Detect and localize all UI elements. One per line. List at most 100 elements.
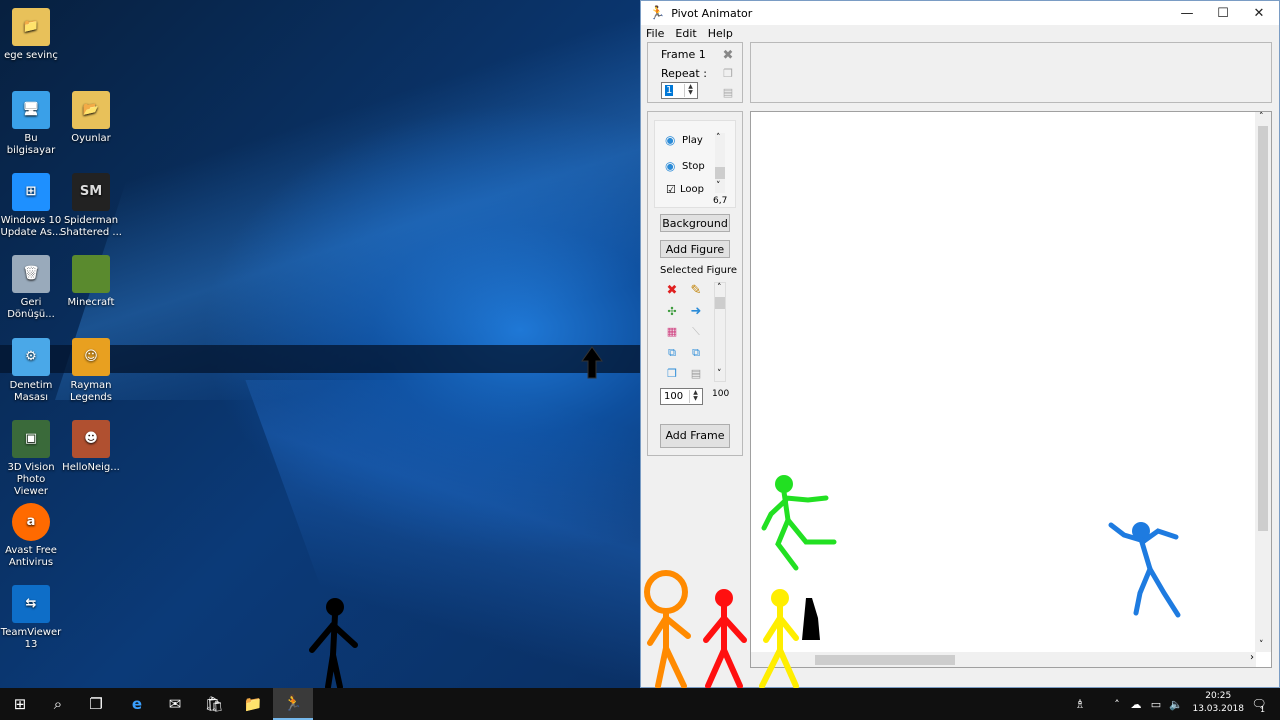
desktop-icon-this-pc[interactable]: 🖥 Bu bilgisayar bbox=[0, 91, 62, 157]
desktop-icon-games[interactable]: 📂 Oyunlar bbox=[60, 91, 122, 145]
desktop-icon-control-panel[interactable]: ⚙ Denetim Masası bbox=[0, 338, 62, 404]
desktop-icon-minecraft[interactable]: Minecraft bbox=[60, 255, 122, 309]
paste-frame-icon[interactable]: ▤ bbox=[720, 85, 736, 101]
figure-scale-slider[interactable]: ˄ ˅ bbox=[714, 282, 726, 382]
menu-file[interactable]: File bbox=[646, 25, 664, 42]
photo-viewer-icon: ▣ bbox=[12, 420, 50, 458]
desktop-icon-user-folder[interactable]: 📁 ege sevinç bbox=[0, 8, 62, 62]
repeat-label: Repeat : bbox=[661, 67, 707, 80]
repeat-spinner[interactable]: 1 ▲ ▼ bbox=[661, 82, 698, 99]
search-icon[interactable]: ⌕ bbox=[38, 688, 78, 720]
stick-figure-group bbox=[644, 570, 820, 688]
edit-figure-pencil-icon[interactable]: ✎ bbox=[688, 283, 704, 299]
title-bar[interactable]: 🏃 Pivot Animator — ☐ ✕ bbox=[641, 1, 1279, 25]
stop-radio-icon[interactable]: ◉ bbox=[665, 159, 675, 173]
desktop-icon-spiderman[interactable]: SM Spiderman Shattered ... bbox=[60, 173, 122, 239]
background-button[interactable]: Background bbox=[660, 214, 730, 232]
clock[interactable]: 20:25 13.03.2018 bbox=[1192, 690, 1244, 716]
spinner-arrows-icon[interactable]: ▲ ▼ bbox=[684, 84, 696, 97]
copy-figure-icon[interactable]: ❐ bbox=[664, 366, 680, 382]
menu-help[interactable]: Help bbox=[708, 25, 733, 42]
desktop-icon-hello-neighbor[interactable]: ☻ HelloNeig... bbox=[60, 420, 122, 474]
stop-label[interactable]: Stop bbox=[682, 161, 705, 172]
desktop-icon-teamviewer[interactable]: ⇆ TeamViewer 13 bbox=[0, 585, 62, 651]
close-button[interactable]: ✕ bbox=[1241, 1, 1277, 25]
play-radio-icon[interactable]: ◉ bbox=[665, 133, 675, 147]
loop-checkbox-icon[interactable]: ☑ bbox=[666, 183, 676, 196]
mouse-cursor-icon bbox=[581, 346, 603, 379]
frame-label: Frame 1 bbox=[661, 48, 706, 61]
grass-block-icon bbox=[72, 255, 110, 293]
join-figure-icon[interactable]: ⟍ bbox=[688, 324, 704, 340]
speed-value: 6,7 bbox=[713, 196, 728, 206]
volume-icon[interactable]: 🔈 bbox=[1165, 688, 1187, 720]
desktop-icon-rayman[interactable]: ☺ Rayman Legends bbox=[60, 338, 122, 404]
rayman-icon: ☺ bbox=[72, 338, 110, 376]
desktop-icon-windows-update[interactable]: ⊞ Windows 10 Update As... bbox=[0, 173, 62, 239]
add-figure-button[interactable]: Add Figure bbox=[660, 240, 730, 258]
frame-timeline[interactable] bbox=[750, 42, 1272, 103]
chevron-up-icon[interactable]: ˄ bbox=[716, 133, 721, 143]
controls-panel: ◉ Play ◉ Stop ☑ Loop ˄ ˅ 6,7 Background … bbox=[647, 111, 743, 456]
recycle-bin-icon: 🗑 bbox=[12, 255, 50, 293]
chevron-down-icon[interactable]: ˅ bbox=[716, 181, 721, 191]
clock-date: 13.03.2018 bbox=[1192, 704, 1244, 714]
stick-figure-green[interactable] bbox=[756, 472, 846, 577]
playback-group: ◉ Play ◉ Stop ☑ Loop ˄ ˅ 6,7 bbox=[654, 120, 736, 208]
computer-icon: 🖥 bbox=[12, 91, 50, 129]
folder-user-icon: 📁 bbox=[12, 8, 50, 46]
delete-frame-icon[interactable]: ✖ bbox=[720, 48, 736, 64]
desktop-icon-3d-vision[interactable]: ▣ 3D Vision Photo Viewer bbox=[0, 420, 62, 498]
chevron-right-icon[interactable]: › bbox=[1250, 652, 1254, 663]
folder-games-icon: 📂 bbox=[72, 91, 110, 129]
pivot-animator-taskbar-icon[interactable]: 🏃 bbox=[273, 688, 313, 720]
bring-forward-icon[interactable]: ⧉ bbox=[664, 345, 680, 361]
spinner-arrows-icon[interactable]: ▲ ▼ bbox=[689, 390, 701, 403]
maximize-button[interactable]: ☐ bbox=[1205, 1, 1241, 25]
stick-figure-blue[interactable] bbox=[1106, 517, 1186, 627]
clock-time: 20:25 bbox=[1205, 691, 1232, 701]
chevron-up-icon[interactable]: ˄ bbox=[1259, 112, 1264, 122]
window-title: Pivot Animator bbox=[671, 6, 753, 20]
minimize-button[interactable]: — bbox=[1169, 1, 1205, 25]
chevron-down-icon[interactable]: ˅ bbox=[717, 369, 722, 379]
chevron-down-icon[interactable]: ˅ bbox=[1259, 640, 1264, 650]
edge-browser-icon[interactable]: e bbox=[117, 688, 157, 720]
send-backward-icon[interactable]: ⧉ bbox=[688, 345, 704, 361]
people-icon[interactable]: ♗ bbox=[1068, 688, 1092, 720]
add-frame-button[interactable]: Add Frame bbox=[660, 424, 730, 448]
sm-logo-icon: SM bbox=[72, 173, 110, 211]
task-view-icon[interactable]: ❐ bbox=[76, 688, 116, 720]
speed-slider[interactable]: ˄ ˅ bbox=[715, 133, 725, 193]
loop-label[interactable]: Loop bbox=[680, 184, 704, 195]
desktop-icon-recycle-bin[interactable]: 🗑 Geri Dönüşü... bbox=[0, 255, 62, 321]
menu-edit[interactable]: Edit bbox=[675, 25, 696, 42]
scale-max-value: 100 bbox=[712, 389, 730, 399]
scale-spinner[interactable]: 100 ▲ ▼ bbox=[660, 388, 703, 405]
cloud-icon[interactable]: ☁ bbox=[1125, 688, 1147, 720]
scale-figure-icon[interactable]: ✣ bbox=[664, 304, 680, 320]
color-figure-icon[interactable]: ▦ bbox=[664, 324, 680, 340]
store-icon[interactable]: 🛍 bbox=[194, 688, 234, 720]
vertical-scrollbar[interactable]: ˄ ˅ bbox=[1255, 112, 1271, 652]
chevron-up-icon[interactable]: ˄ bbox=[717, 283, 722, 293]
paste-figure-icon[interactable]: ▤ bbox=[688, 366, 704, 382]
play-label[interactable]: Play bbox=[682, 135, 703, 146]
vertical-scroll-thumb[interactable] bbox=[1258, 126, 1268, 531]
speed-slider-thumb[interactable] bbox=[715, 167, 725, 179]
mail-icon[interactable]: ✉ bbox=[155, 688, 195, 720]
desktop-stick-figure bbox=[309, 598, 358, 688]
notification-center-icon[interactable]: 🗨 bbox=[1244, 688, 1274, 720]
file-explorer-icon[interactable]: 📁 bbox=[233, 688, 273, 720]
notification-count-badge: 1 bbox=[1260, 705, 1266, 714]
scale-slider-thumb[interactable] bbox=[715, 297, 725, 309]
windows-logo-icon: ⊞ bbox=[12, 173, 50, 211]
teamviewer-icon: ⇆ bbox=[12, 585, 50, 623]
desktop-icon-avast[interactable]: a Avast Free Antivirus bbox=[0, 503, 62, 569]
stick-figure-app-icon: 🏃 bbox=[649, 5, 666, 21]
copy-frame-icon[interactable]: ❐ bbox=[720, 66, 736, 82]
flip-figure-icon[interactable]: ➜ bbox=[688, 304, 704, 320]
delete-figure-icon[interactable]: ✖ bbox=[664, 283, 680, 299]
network-icon[interactable]: ▭ bbox=[1145, 688, 1167, 720]
start-button-windows-icon[interactable]: ⊞ bbox=[0, 688, 40, 720]
